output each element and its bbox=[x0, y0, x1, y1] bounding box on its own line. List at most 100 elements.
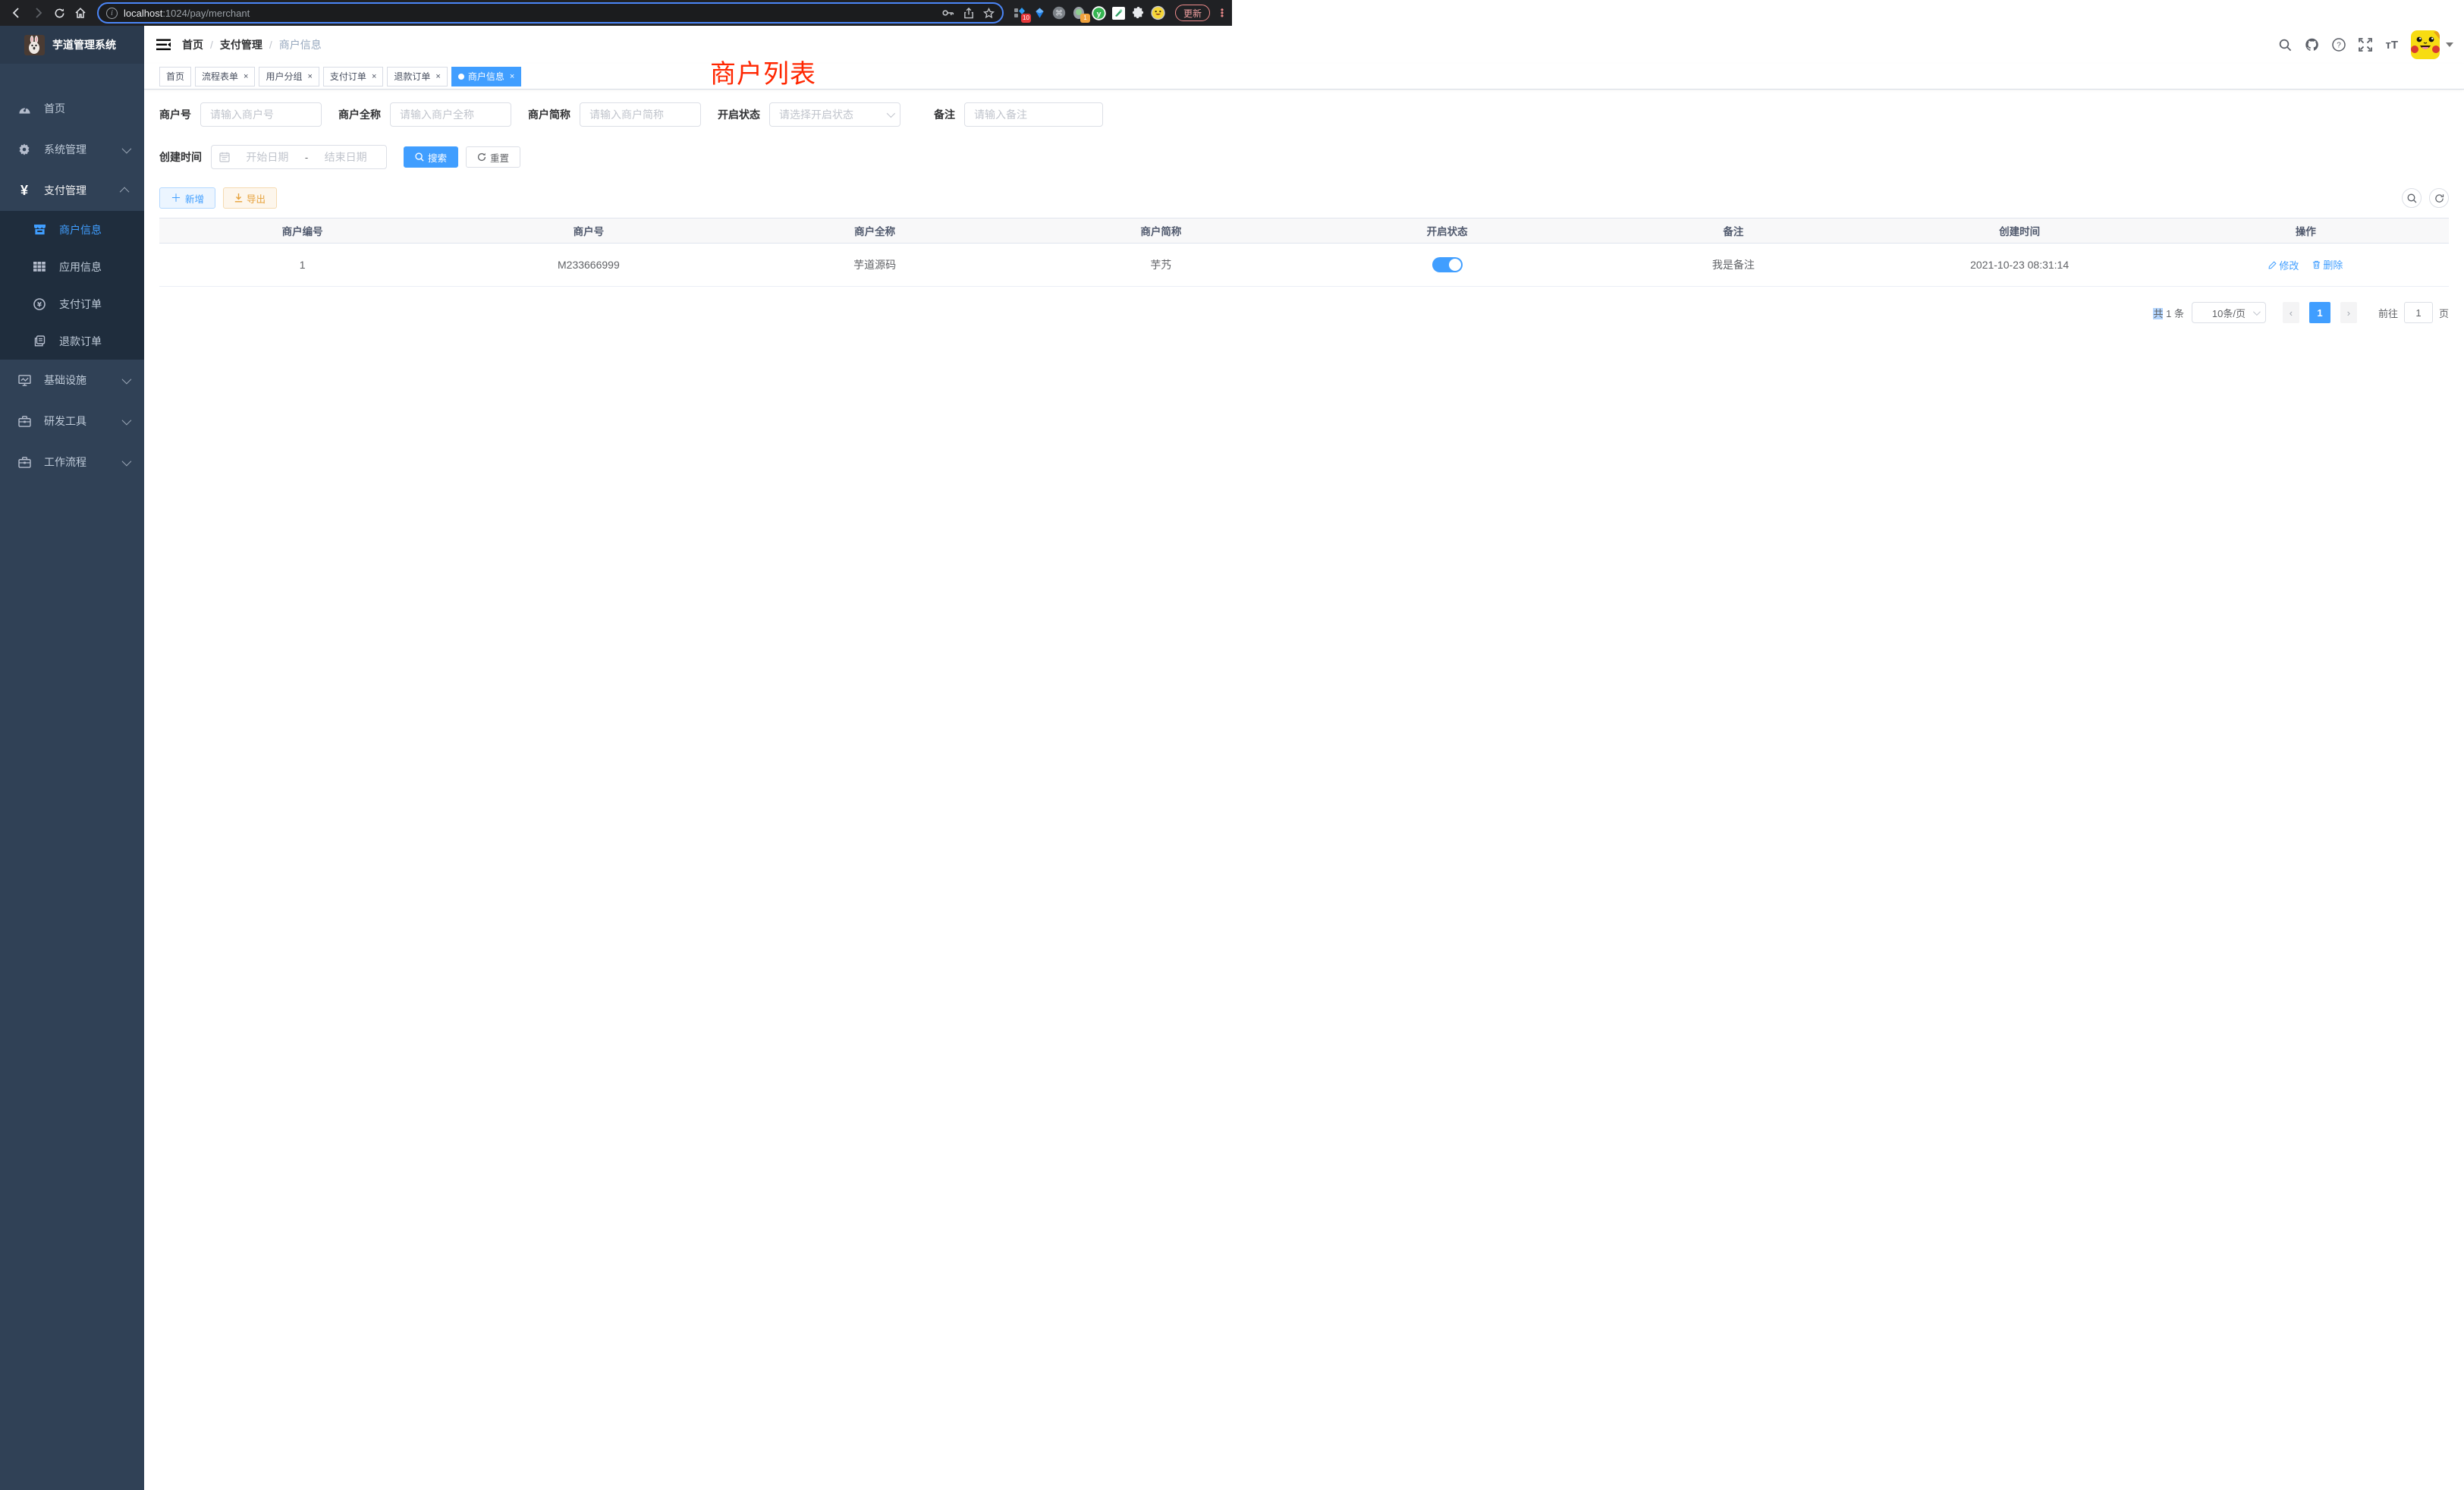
full-name-input[interactable] bbox=[390, 102, 511, 127]
cell-full-name: 芋道源码 bbox=[732, 257, 1018, 272]
fullscreen-icon[interactable] bbox=[2359, 38, 2372, 52]
calendar-icon bbox=[219, 152, 230, 162]
delete-link[interactable]: 删除 bbox=[2312, 257, 2343, 272]
shop-icon bbox=[30, 224, 49, 235]
site-info-icon[interactable]: i bbox=[106, 8, 118, 19]
close-icon[interactable]: × bbox=[435, 72, 440, 81]
active-dot bbox=[458, 74, 464, 80]
page-number-1[interactable]: 1 bbox=[2309, 302, 2330, 323]
status-label: 开启状态 bbox=[718, 107, 760, 122]
yen-circle-icon: ¥ bbox=[30, 298, 49, 310]
toolbox-icon bbox=[15, 416, 33, 427]
tag-process-form[interactable]: 流程表单× bbox=[195, 67, 255, 86]
sidebar-item-app-info[interactable]: 应用信息 bbox=[0, 248, 144, 285]
short-name-input[interactable] bbox=[580, 102, 701, 127]
edit-link[interactable]: 修改 bbox=[2268, 258, 2299, 272]
extension-command-icon[interactable]: ⌘ bbox=[1052, 6, 1067, 20]
breadcrumb-home[interactable]: 首页 bbox=[182, 37, 203, 52]
sidebar-item-merchant-info[interactable]: 商户信息 bbox=[0, 211, 144, 248]
close-icon[interactable]: × bbox=[372, 72, 376, 81]
next-page-button[interactable]: › bbox=[2340, 302, 2357, 323]
tag-user-group[interactable]: 用户分组× bbox=[259, 67, 319, 86]
reset-button[interactable]: 重置 bbox=[466, 146, 520, 168]
short-name-label: 商户简称 bbox=[528, 107, 570, 122]
create-time-range-picker[interactable]: 开始日期 - 结束日期 bbox=[211, 145, 387, 169]
col-short-name: 商户简称 bbox=[1018, 223, 1304, 238]
extension-badge: 10 bbox=[1021, 14, 1031, 23]
extension-grid-icon[interactable]: 10 bbox=[1013, 6, 1027, 20]
close-icon[interactable]: × bbox=[244, 72, 248, 81]
table-row: 1 M233666999 芋道源码 芋艿 我是备注 2021-10-23 08:… bbox=[159, 244, 2449, 287]
browser-update-button[interactable]: 更新 bbox=[1175, 5, 1210, 21]
tag-merchant-info[interactable]: 商户信息× bbox=[451, 67, 521, 86]
browser-toolbar: i localhost:1024/pay/merchant 10 ⌘ 1 bbox=[0, 0, 1232, 26]
prev-page-button[interactable]: ‹ bbox=[2283, 302, 2299, 323]
download-icon bbox=[234, 193, 243, 203]
jump-page-input[interactable] bbox=[2404, 302, 2433, 323]
status-select[interactable] bbox=[769, 102, 900, 127]
page-header: 首页 / 支付管理 / 商户信息 ? тT bbox=[144, 26, 2464, 64]
refresh-button[interactable] bbox=[2429, 188, 2449, 208]
tag-home[interactable]: 首页 bbox=[159, 67, 191, 86]
sidebar-item-workflow[interactable]: 工作流程 bbox=[0, 442, 144, 483]
address-bar[interactable]: i localhost:1024/pay/merchant bbox=[97, 2, 1004, 24]
page-size-select[interactable]: 10条/页 bbox=[2192, 302, 2266, 323]
font-size-icon[interactable]: тT bbox=[2385, 39, 2398, 52]
help-icon[interactable]: ? bbox=[2332, 38, 2346, 52]
extension-keep-icon[interactable] bbox=[1111, 6, 1126, 20]
extension-vue-icon[interactable]: y bbox=[1092, 6, 1106, 20]
export-button[interactable]: 导出 bbox=[223, 187, 277, 209]
edit-pencil-icon bbox=[2268, 261, 2277, 269]
sidebar-logo[interactable]: 芋道管理系统 bbox=[0, 26, 144, 64]
extension-badge: 1 bbox=[1080, 14, 1090, 23]
user-avatar[interactable] bbox=[2411, 30, 2453, 59]
browser-reload-button[interactable] bbox=[49, 2, 70, 24]
tag-pay-order[interactable]: 支付订单× bbox=[323, 67, 383, 86]
sidebar-collapse-icon[interactable] bbox=[144, 26, 182, 64]
sidebar-item-refund-order[interactable]: 退款订单 bbox=[0, 322, 144, 360]
sidebar-item-pay-order[interactable]: ¥ 支付订单 bbox=[0, 285, 144, 322]
extensions-puzzle-icon[interactable] bbox=[1131, 6, 1146, 20]
browser-profile-avatar[interactable] bbox=[1151, 6, 1165, 20]
sidebar-item-dev-tools[interactable]: 研发工具 bbox=[0, 401, 144, 442]
jump-prefix: 前往 bbox=[2378, 306, 2398, 320]
close-icon[interactable]: × bbox=[307, 72, 312, 81]
sidebar-item-system[interactable]: 系统管理 bbox=[0, 129, 144, 170]
pagination: 共 1 条 10条/页 ‹ 1 › 前往 页 bbox=[159, 302, 2449, 323]
date-end-placeholder: 结束日期 bbox=[313, 149, 379, 165]
chevron-down-icon bbox=[122, 374, 132, 384]
browser-back-button[interactable] bbox=[6, 2, 27, 24]
tag-refund-order[interactable]: 退款订单× bbox=[387, 67, 447, 86]
bookmark-star-icon[interactable] bbox=[983, 8, 995, 19]
merchant-no-label: 商户号 bbox=[159, 107, 191, 122]
chevron-down-icon bbox=[2253, 308, 2261, 316]
total-count: 共 1 条 bbox=[2153, 306, 2184, 320]
col-actions: 操作 bbox=[2163, 223, 2449, 238]
chevron-down-icon bbox=[122, 456, 132, 466]
sidebar-item-infra[interactable]: 基础设施 bbox=[0, 360, 144, 401]
password-key-icon[interactable] bbox=[941, 8, 954, 19]
header-search-icon[interactable] bbox=[2279, 39, 2292, 52]
briefcase-icon bbox=[15, 457, 33, 468]
share-icon[interactable] bbox=[963, 8, 974, 19]
app-logo-image bbox=[24, 35, 45, 55]
extension-gem-icon[interactable] bbox=[1032, 6, 1047, 20]
browser-home-button[interactable] bbox=[70, 2, 91, 24]
cell-create-time: 2021-10-23 08:31:14 bbox=[1877, 259, 2163, 271]
add-button[interactable]: ＋ 新增 bbox=[159, 187, 215, 209]
extension-session-icon[interactable]: 1 bbox=[1072, 6, 1086, 20]
status-toggle[interactable] bbox=[1432, 257, 1463, 272]
browser-menu-icon[interactable]: ••• bbox=[1218, 8, 1226, 17]
github-icon[interactable] bbox=[2305, 38, 2319, 52]
breadcrumb-pay[interactable]: 支付管理 bbox=[220, 37, 262, 52]
merchant-no-input[interactable] bbox=[200, 102, 322, 127]
search-button[interactable]: 搜索 bbox=[404, 146, 458, 168]
sidebar-item-home[interactable]: 首页 bbox=[0, 88, 144, 129]
sidebar-item-pay[interactable]: ¥ 支付管理 bbox=[0, 170, 144, 211]
close-icon[interactable]: × bbox=[510, 72, 514, 81]
toggle-search-button[interactable] bbox=[2402, 188, 2422, 208]
remark-input[interactable] bbox=[964, 102, 1103, 127]
avatar-caret-icon bbox=[2446, 42, 2453, 47]
browser-forward-button[interactable] bbox=[27, 2, 49, 24]
svg-text:?: ? bbox=[2337, 42, 2342, 50]
